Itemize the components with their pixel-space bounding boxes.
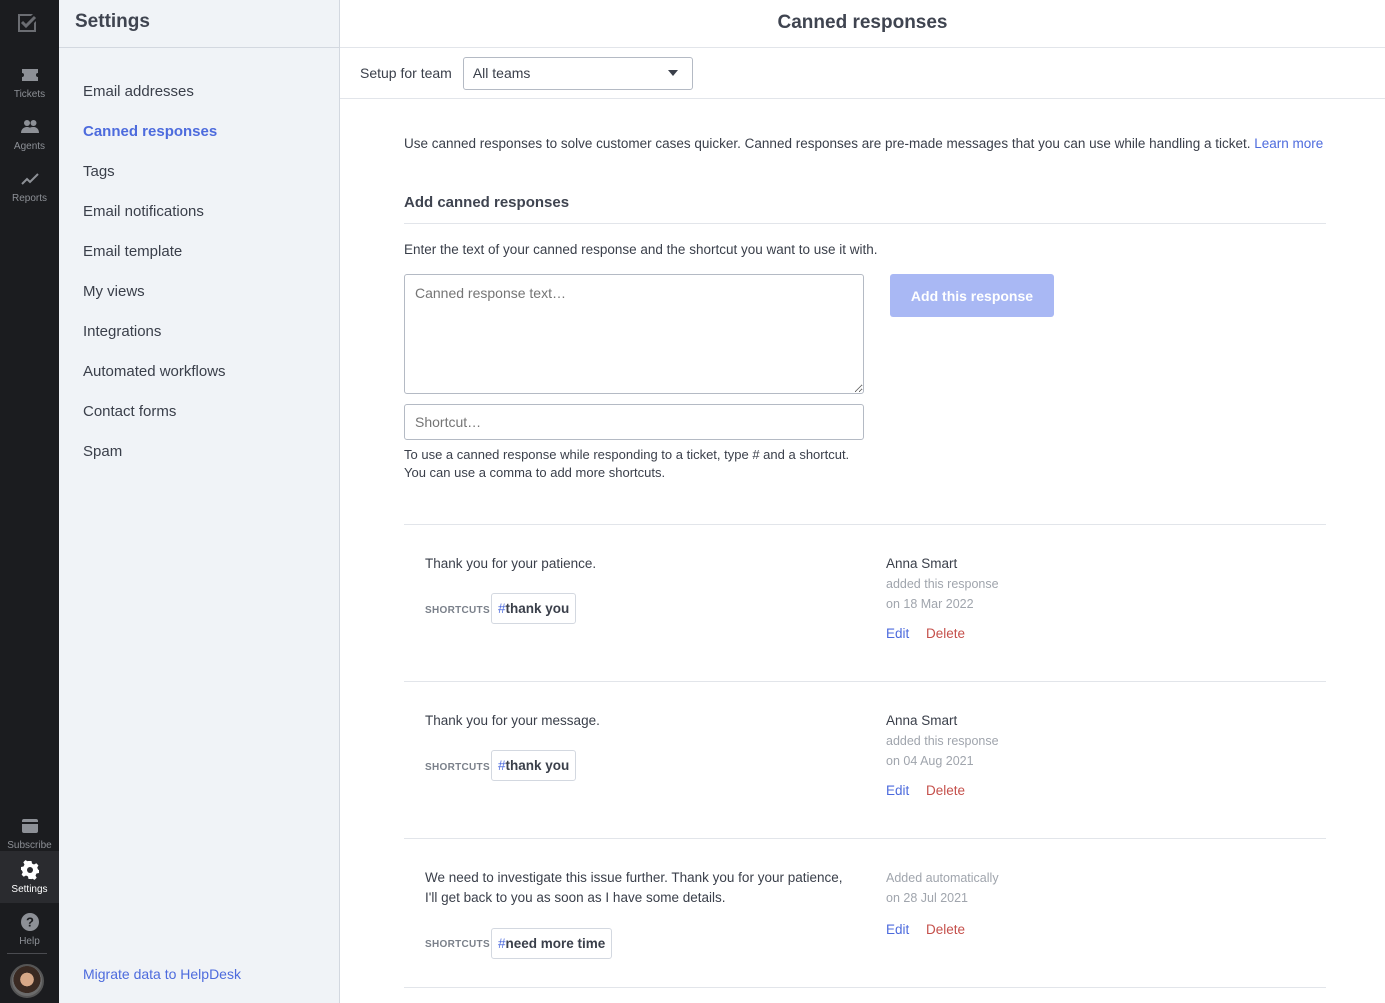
intro-text: Use canned responses to solve customer c… [404, 136, 1323, 151]
shortcut-help: To use a canned response while respondin… [404, 446, 874, 482]
responses-list: Thank you for your patience. SHORTCUTS #… [404, 524, 1326, 988]
response-message: Thank you for your message. [425, 713, 600, 728]
shortcut-chip[interactable]: #need more time [491, 928, 613, 959]
nav-item-email-addresses[interactable]: Email addresses [59, 72, 339, 112]
response-row: Thank you for your message. SHORTCUTS #t… [404, 681, 1326, 838]
rail-label: Tickets [13, 88, 46, 100]
shortcuts-label: SHORTCUTS [425, 939, 490, 950]
user-avatar[interactable] [10, 964, 44, 998]
response-message: Thank you for your patience. [425, 556, 597, 571]
delete-link[interactable]: Delete [926, 783, 965, 798]
nav-item-email-template[interactable]: Email template [59, 232, 339, 272]
rail-item-reports[interactable]: Reports [0, 160, 59, 212]
edit-link[interactable]: Edit [886, 922, 909, 937]
response-row: Thank you for your patience. SHORTCUTS #… [404, 524, 1326, 681]
author-name: Anna Smart [886, 556, 958, 571]
response-row: We need to investigate this issue furthe… [404, 838, 1326, 988]
help-icon: ? [20, 912, 39, 931]
main-panel: Canned responses Setup for team All team… [340, 0, 1385, 1003]
meta-date: on 28 Jul 2021 [886, 891, 969, 905]
author-name: Anna Smart [886, 713, 958, 728]
rail-label: Subscribe [7, 839, 52, 851]
hash-icon: # [498, 601, 506, 616]
shortcut-text: need more time [505, 936, 606, 951]
ticket-icon [21, 68, 38, 81]
rail-label: Help [19, 935, 40, 947]
nav-item-integrations[interactable]: Integrations [59, 312, 339, 352]
hash-icon: # [498, 758, 506, 773]
meta-date: on 18 Mar 2022 [886, 597, 974, 611]
team-select[interactable]: All teams [462, 56, 693, 90]
card-icon [21, 818, 38, 833]
meta-date: on 04 Aug 2021 [886, 754, 974, 768]
shortcut-text: thank you [505, 601, 570, 616]
shortcuts-label: SHORTCUTS [425, 605, 490, 616]
divider [404, 223, 1326, 224]
meta-action: Added automatically [886, 871, 999, 885]
meta-action: added this response [886, 734, 999, 748]
app-rail: Tickets Agents Reports Subscribe Setting… [0, 0, 59, 1003]
nav-item-automated-workflows[interactable]: Automated workflows [59, 352, 339, 392]
rail-label: Reports [11, 192, 47, 204]
team-label: Setup for team [360, 65, 452, 81]
rail-label: Agents [13, 140, 46, 152]
shortcut-chip[interactable]: #thank you [491, 750, 577, 781]
gear-icon [20, 859, 39, 880]
delete-link[interactable]: Delete [926, 922, 965, 937]
section-title: Add canned responses [404, 194, 570, 211]
nav-item-contact-forms[interactable]: Contact forms [59, 392, 339, 432]
row-actions: Edit Delete [886, 922, 965, 937]
settings-nav: Email addresses Canned responses Tags Em… [59, 48, 339, 472]
hash-icon: # [498, 936, 506, 951]
response-message: We need to investigate this issue furthe… [425, 870, 843, 905]
edit-link[interactable]: Edit [886, 783, 909, 798]
rail-item-agents[interactable]: Agents [0, 108, 59, 160]
nav-item-canned-responses[interactable]: Canned responses [59, 112, 339, 152]
response-meta: Added automatically on 28 Jul 2021 [886, 868, 999, 908]
team-select-value: All teams [472, 65, 531, 81]
sidebar-title: Settings [59, 0, 339, 48]
help-line-1: To use a canned response while respondin… [404, 447, 850, 462]
nav-item-tags[interactable]: Tags [59, 152, 339, 192]
row-actions: Edit Delete [886, 626, 965, 641]
settings-sidebar: Settings Email addresses Canned response… [59, 0, 340, 1003]
meta-action: added this response [886, 577, 999, 591]
response-meta: Anna Smart added this response on 18 Mar… [886, 554, 999, 614]
shortcuts-label: SHORTCUTS [425, 762, 490, 773]
shortcut-input[interactable] [404, 404, 864, 440]
response-meta: Anna Smart added this response on 04 Aug… [886, 711, 999, 771]
nav-item-email-notifications[interactable]: Email notifications [59, 192, 339, 232]
team-bar: Setup for team All teams [340, 48, 1385, 99]
migrate-data-link[interactable]: Migrate data to HelpDesk [83, 966, 241, 982]
rail-divider [7, 953, 47, 954]
app-logo-icon[interactable] [15, 11, 39, 35]
shortcut-chip[interactable]: #thank you [491, 593, 577, 624]
page-title: Canned responses [340, 0, 1385, 48]
delete-link[interactable]: Delete [926, 626, 965, 641]
svg-text:?: ? [26, 914, 34, 929]
edit-link[interactable]: Edit [886, 626, 909, 641]
section-description: Enter the text of your canned response a… [404, 242, 878, 257]
rail-item-help[interactable]: ? Help [0, 903, 59, 955]
shortcut-text: thank you [505, 758, 570, 773]
reports-icon [20, 172, 39, 185]
canned-response-textarea[interactable] [404, 274, 864, 394]
rail-item-settings[interactable]: Settings [0, 851, 59, 903]
add-response-button[interactable]: Add this response [890, 274, 1054, 317]
intro-description: Use canned responses to solve customer c… [404, 136, 1251, 151]
nav-item-my-views[interactable]: My views [59, 272, 339, 312]
agents-icon [20, 119, 39, 133]
learn-more-link[interactable]: Learn more [1254, 136, 1323, 151]
rail-item-tickets[interactable]: Tickets [0, 56, 59, 108]
row-actions: Edit Delete [886, 783, 965, 798]
nav-item-spam[interactable]: Spam [59, 432, 339, 472]
chevron-down-icon [667, 70, 678, 76]
rail-label: Settings [11, 883, 48, 895]
help-line-2: You can use a comma to add more shortcut… [404, 465, 666, 480]
